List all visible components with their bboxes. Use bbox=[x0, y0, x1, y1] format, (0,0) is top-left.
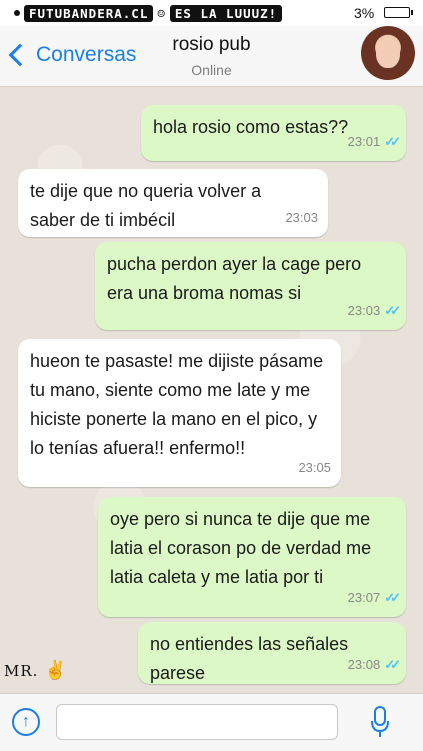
message-bubble-incoming[interactable]: hueon te pasaste! me dijiste pásame tu m… bbox=[18, 339, 341, 487]
avatar-face bbox=[376, 38, 400, 68]
watermark-site: FUTUBANDERA.CL bbox=[24, 4, 154, 22]
victory-hand-icon: ✌ bbox=[44, 660, 68, 681]
battery-percent: 3% bbox=[354, 5, 375, 21]
message-time: 23:07 bbox=[347, 590, 381, 605]
bullet-icon bbox=[14, 10, 20, 16]
signature-watermark: MR. ✌ bbox=[4, 660, 68, 681]
message-time: 23:01 bbox=[347, 134, 381, 149]
message-time: 23:03 bbox=[285, 210, 318, 225]
microphone-icon[interactable] bbox=[368, 704, 392, 740]
message-bubble-incoming[interactable]: te dije que no queria volver a saber de … bbox=[18, 169, 328, 237]
battery-icon bbox=[384, 7, 413, 18]
read-ticks-icon: ✓✓ bbox=[384, 590, 401, 605]
input-bar: ↑ bbox=[0, 693, 423, 751]
status-bar: FUTUBANDERA.CL ☺ ES LA LUUUZ! 3% bbox=[0, 0, 423, 26]
message-bubble-outgoing[interactable]: oye pero si nunca te dije que me latia e… bbox=[98, 497, 406, 617]
message-bubble-outgoing[interactable]: pucha perdon ayer la cage pero era una b… bbox=[95, 242, 406, 330]
message-bubble-outgoing[interactable]: no entiendes las señales parese 23:08 ✓✓ bbox=[138, 622, 406, 684]
upload-arrow-icon[interactable]: ↑ bbox=[12, 708, 40, 736]
smiley-icon: ☺ bbox=[157, 5, 166, 21]
message-input[interactable] bbox=[56, 704, 338, 740]
chat-header: Conversas rosio pub Online bbox=[0, 26, 423, 87]
avatar[interactable] bbox=[361, 26, 415, 80]
message-text: hueon te pasaste! me dijiste pásame tu m… bbox=[30, 351, 324, 458]
watermark-banner: FUTUBANDERA.CL ☺ ES LA LUUUZ! bbox=[14, 4, 350, 22]
read-ticks-icon: ✓✓ bbox=[384, 134, 401, 149]
message-time: 23:08 bbox=[347, 657, 381, 672]
watermark-slogan: ES LA LUUUZ! bbox=[169, 4, 283, 22]
message-time: 23:05 bbox=[298, 460, 331, 475]
contact-status: Online bbox=[191, 62, 232, 78]
message-list: hola rosio como estas?? 23:01 ✓✓ te dije… bbox=[0, 87, 423, 693]
contact-name[interactable]: rosio pub bbox=[0, 34, 423, 56]
message-text: te dije que no queria volver a saber de … bbox=[30, 181, 262, 230]
message-bubble-outgoing[interactable]: hola rosio como estas?? 23:01 ✓✓ bbox=[141, 105, 406, 161]
signature-text: MR. bbox=[4, 662, 39, 680]
message-time: 23:03 bbox=[347, 303, 381, 318]
read-ticks-icon: ✓✓ bbox=[384, 657, 401, 672]
read-ticks-icon: ✓✓ bbox=[384, 303, 401, 318]
message-text: oye pero si nunca te dije que me latia e… bbox=[110, 509, 372, 587]
